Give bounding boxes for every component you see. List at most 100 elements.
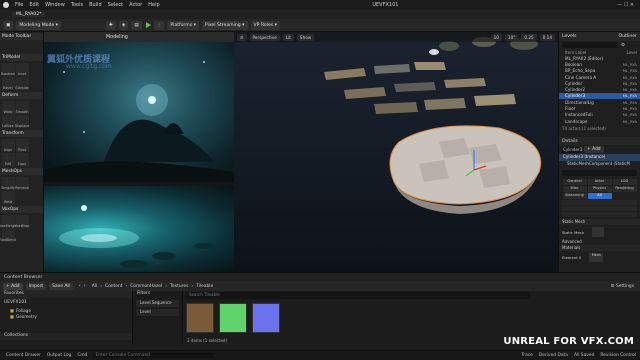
play-options-icon[interactable]: ⋮ [153, 20, 165, 30]
section-voxops[interactable]: VoxOps [0, 206, 43, 213]
tool-button[interactable]: Lattice [1, 114, 15, 128]
outliner-row[interactable]: Landscape ML_RYA [559, 118, 640, 124]
tool-button[interactable]: Pivot [15, 138, 29, 152]
console-input[interactable]: Enter Console Command [93, 353, 214, 358]
level-tab[interactable]: ML_RYA02* [12, 12, 46, 17]
revision-control-button[interactable]: Revision Control [600, 353, 636, 358]
filter-streaming[interactable]: Streaming [562, 192, 587, 199]
asset-search-input[interactable]: Search Tileable [186, 292, 530, 299]
menu-build[interactable]: Build [89, 2, 102, 8]
section-deform[interactable]: Deform [0, 92, 43, 99]
filter-level-sequence[interactable]: Level Sequence [136, 300, 179, 307]
content-browser-tab[interactable]: Content Browser [4, 275, 42, 280]
angle-snap-value[interactable]: 10° [504, 33, 519, 41]
breadcrumb-content[interactable]: Content [105, 284, 122, 289]
outliner-search-input[interactable] [562, 42, 618, 48]
actor-name-field[interactable]: Cylinder3 [562, 146, 582, 153]
asset-thumbnail[interactable] [186, 303, 214, 333]
section-transform[interactable]: Transform [0, 130, 43, 137]
content-drawer-button[interactable]: Content Drawer [6, 353, 41, 358]
breadcrumb-textures[interactable]: Textures [170, 284, 188, 289]
add-component-button[interactable]: + Add [584, 146, 604, 154]
asset-thumbnail[interactable] [252, 303, 280, 333]
details-search-input[interactable] [562, 170, 637, 177]
scale-snap-value[interactable]: 0.25 [521, 33, 537, 41]
tool-button[interactable]: Displace [15, 114, 29, 128]
sequencer-icon[interactable]: ▤ [131, 20, 142, 30]
perspective-button[interactable]: Perspective [249, 33, 280, 41]
tool-button[interactable]: Boolean [1, 62, 15, 76]
show-button[interactable]: Show [296, 33, 315, 41]
save-all-button[interactable]: Save All [49, 282, 73, 290]
transform-row[interactable] [562, 206, 637, 212]
section-trimodel[interactable]: TriModel [0, 54, 43, 61]
lit-button[interactable]: Lit [282, 33, 294, 41]
component-instance[interactable]: Cylinder3 (Instance) [559, 154, 640, 162]
tab-levels[interactable]: Levels [559, 34, 580, 39]
column-item-label[interactable]: Item Label [565, 50, 586, 55]
filters-header[interactable]: Filters [133, 291, 182, 298]
settings-button[interactable]: ⚙ Settings [611, 284, 634, 289]
breadcrumb-commonhazel[interactable]: CommonHazel [130, 284, 162, 289]
blueprint-icon[interactable]: ◈ [118, 20, 129, 30]
filter-physics[interactable]: Physics [587, 185, 612, 192]
filter-misc[interactable]: Misc [562, 185, 587, 192]
tool-button[interactable]: Weld [1, 190, 15, 204]
output-log-button[interactable]: Output Log [47, 353, 72, 358]
menu-select[interactable]: Select [108, 2, 123, 8]
favorites-header[interactable]: Favorites [0, 291, 132, 298]
filter-level[interactable]: Level [136, 309, 179, 316]
tool-button[interactable]: VoxWrap [15, 214, 29, 228]
play-icon[interactable] [145, 22, 151, 28]
tool-button[interactable]: Simplify [1, 176, 15, 190]
import-button[interactable]: Import [25, 282, 47, 290]
menu-tools[interactable]: Tools [71, 2, 83, 8]
tool-button[interactable]: Copy [15, 152, 29, 166]
tool-button[interactable]: Warp [1, 100, 15, 114]
menu-edit[interactable]: Edit [29, 2, 39, 8]
filter-all[interactable]: All [587, 192, 612, 199]
window-controls[interactable]: — ☐ ✕ [617, 2, 634, 8]
tool-button[interactable]: Bevel [1, 76, 15, 90]
tool-button[interactable]: VoxBlend [0, 228, 16, 242]
menu-file[interactable]: File [15, 2, 23, 8]
viewport-options-button[interactable]: ≡ [237, 33, 247, 41]
derived-data-button[interactable]: Derived Data [539, 353, 568, 358]
all-saved-status[interactable]: All Saved [574, 353, 594, 358]
tab-modeling[interactable]: Modeling [106, 35, 128, 40]
pixel-streaming-button[interactable]: Pixel Streaming ▾ [201, 20, 248, 30]
cmd-button[interactable]: Cmd [77, 353, 87, 358]
nav-back-icon[interactable]: ‹ [79, 283, 81, 289]
filter-lod[interactable]: LOD [612, 178, 637, 185]
tool-button[interactable]: Inset [15, 62, 29, 76]
nav-forward-icon[interactable]: › [84, 283, 86, 289]
trace-button[interactable]: Trace [521, 353, 533, 358]
filter-general[interactable]: General [562, 178, 587, 185]
camera-speed-value[interactable]: 0.14 [539, 33, 555, 41]
platforms-button[interactable]: Platforms ▾ [167, 20, 199, 30]
tool-button[interactable]: Edit [1, 152, 15, 166]
filter-rendering[interactable]: Rendering [612, 185, 637, 192]
tool-button[interactable]: Extrude [15, 76, 29, 90]
section-meshops[interactable]: MeshOps [0, 168, 43, 175]
tool-button[interactable]: Remesh [15, 176, 29, 190]
filter-icon[interactable]: ⚙ [621, 43, 625, 48]
component-static-mesh[interactable]: StaticMeshComponent (StaticM [559, 161, 640, 168]
add-button[interactable]: + Add [3, 282, 23, 290]
folder-geometry[interactable]: ■ Geometry [0, 313, 132, 319]
level-viewport[interactable]: ≡ Perspective Lit Show 10 10° 0.25 0.14 [234, 32, 558, 272]
breadcrumb-all[interactable]: All [92, 284, 97, 289]
tab-outliner[interactable]: Outliner [615, 34, 640, 39]
vp-roles-button[interactable]: VP Roles ▾ [250, 20, 280, 30]
collections-header[interactable]: Collections [0, 333, 132, 340]
add-actor-icon[interactable]: ✚ [106, 20, 116, 30]
transform-row[interactable] [562, 200, 637, 206]
menu-actor[interactable]: Actor [129, 2, 142, 8]
grid-snap-value[interactable]: 10 [490, 33, 502, 41]
tool-button[interactable]: Align [1, 138, 15, 152]
material-thumbnail[interactable]: Mesh [589, 252, 604, 262]
save-icon[interactable]: ▣ [3, 20, 14, 30]
mode-dropdown[interactable]: Modeling Mode ▾ [16, 20, 61, 30]
tool-button[interactable]: VoxMerge [0, 214, 16, 228]
menu-window[interactable]: Window [45, 2, 65, 8]
